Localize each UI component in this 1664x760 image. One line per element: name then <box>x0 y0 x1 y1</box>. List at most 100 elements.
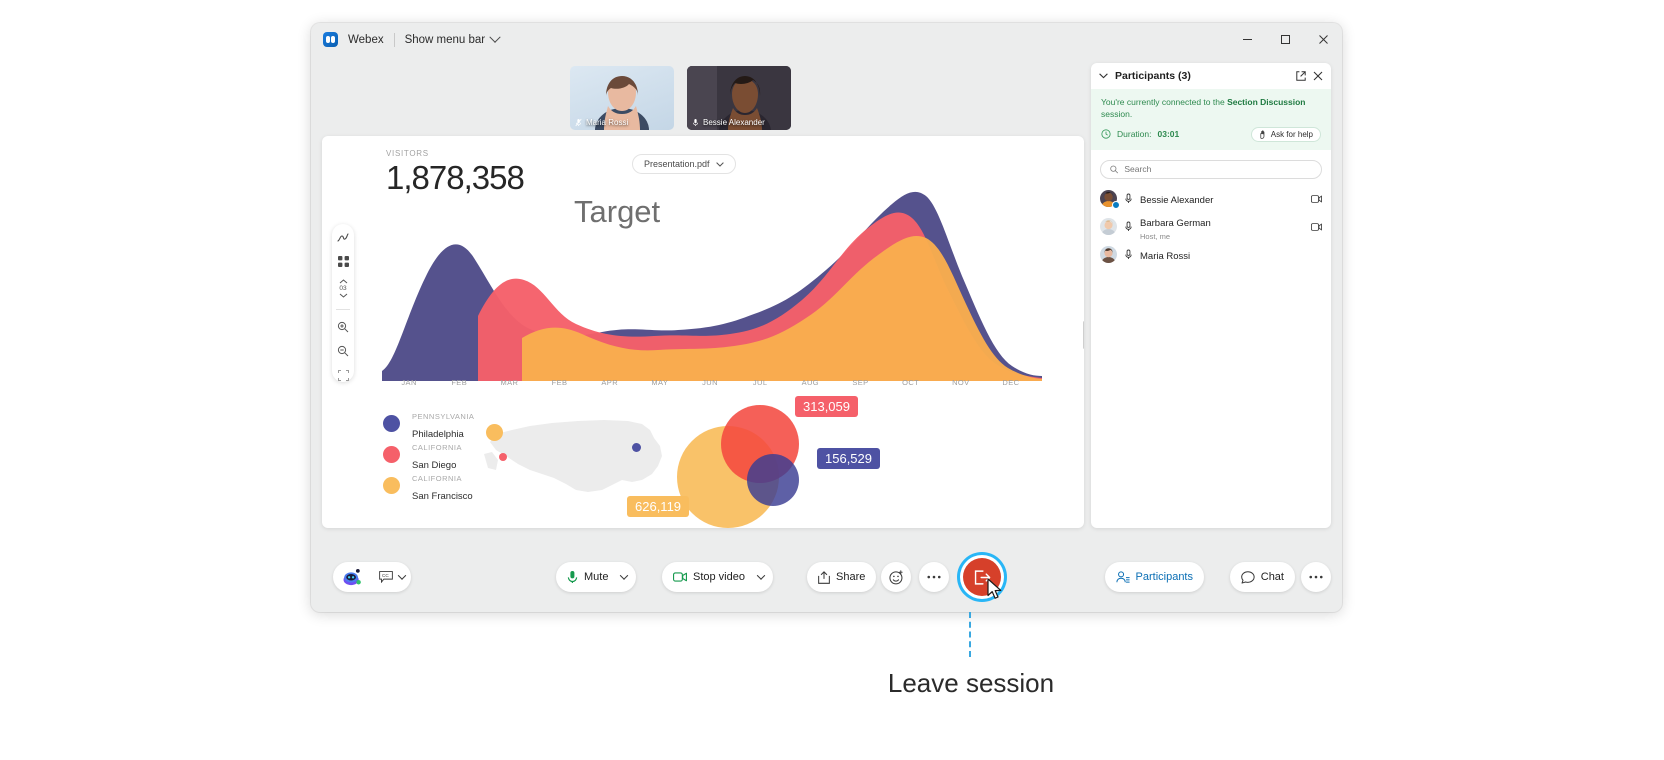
participants-panel-title: Participants (3) <box>1115 70 1191 82</box>
panel-overflow-button[interactable] <box>1301 562 1331 592</box>
legend-state: CALIFORNIA <box>412 442 463 452</box>
legend-state: PENNSYLVANIA <box>412 411 475 421</box>
x-tick: MAR <box>500 378 519 387</box>
video-tile-bessie-alexander[interactable]: Bessie Alexander <box>687 66 791 130</box>
assistant-and-captions-group[interactable]: CC <box>333 562 411 592</box>
chat-main[interactable]: Chat <box>1230 562 1295 592</box>
legend-city: San Francisco <box>412 490 473 502</box>
notice-session-name: Section Discussion <box>1227 97 1306 107</box>
mute-dropdown[interactable] <box>619 562 636 592</box>
minimize-button[interactable] <box>1228 23 1266 56</box>
svg-text:CC: CC <box>382 573 389 578</box>
participants-toggle-button[interactable]: Participants <box>1104 562 1204 592</box>
chevron-down-icon[interactable] <box>1099 73 1108 79</box>
us-map-outline <box>484 420 662 492</box>
grid-icon[interactable] <box>336 255 350 268</box>
participant-row-barbara-german[interactable]: Barbara German Host, me <box>1091 213 1331 241</box>
camera-icon[interactable] <box>1311 194 1322 203</box>
chevron-down-icon <box>620 571 629 580</box>
mute-button[interactable]: Mute <box>556 562 637 592</box>
participant-row-maria-rossi[interactable]: Maria Rossi <box>1091 241 1331 269</box>
x-tick: NOV <box>952 378 970 387</box>
us-bubble-map <box>482 408 667 508</box>
webex-logo-icon <box>323 32 338 47</box>
session-notice-text: You're currently connected to the Sectio… <box>1101 96 1321 121</box>
legend-item[interactable]: CALIFORNIA San Francisco <box>383 470 474 502</box>
pen-icon[interactable] <box>336 231 350 244</box>
x-tick: JAN <box>401 378 417 387</box>
reactions-smiley-icon <box>888 569 903 584</box>
video-tile-maria-rossi[interactable]: Maria Rossi <box>570 66 674 130</box>
show-menu-bar-label: Show menu bar <box>404 33 486 46</box>
close-button[interactable] <box>1304 23 1342 56</box>
avatar-image <box>1100 246 1117 264</box>
legend-item[interactable]: PENNSYLVANIA Philadelphia <box>383 408 475 440</box>
zoom-out-icon[interactable] <box>336 345 350 358</box>
ask-for-help-button[interactable]: Ask for help <box>1250 126 1321 142</box>
participants-label: Participants <box>1135 571 1193 583</box>
session-duration-row: Duration: 03:01 Ask for help <box>1101 126 1321 142</box>
bubble-callout-313059: 313,059 <box>795 396 858 417</box>
page-navigator[interactable]: 03 <box>339 279 348 298</box>
stage-scrollbar[interactable] <box>1083 321 1084 349</box>
clock-icon <box>1101 129 1111 139</box>
participants-panel-header: Participants (3) <box>1091 63 1331 89</box>
video-tile-label: Bessie Alexander <box>687 114 791 130</box>
stop-video-button[interactable]: Stop video <box>662 562 773 592</box>
legend-color-swatch <box>383 415 400 432</box>
stop-video-main[interactable]: Stop video <box>662 562 756 592</box>
x-tick: SEP <box>852 378 869 387</box>
duration-value: 03:01 <box>1157 129 1180 140</box>
closed-captions-icon: CC <box>379 571 393 583</box>
mute-main[interactable]: Mute <box>556 562 619 592</box>
window-controls <box>1228 23 1342 56</box>
notice-prefix: You're currently connected to the <box>1101 97 1228 107</box>
x-tick: DEC <box>1002 378 1020 387</box>
page-up-icon[interactable] <box>339 279 348 284</box>
avatar <box>1100 218 1117 236</box>
legend-item[interactable]: CALIFORNIA San Diego <box>383 439 474 471</box>
ai-assistant-button[interactable] <box>333 562 371 592</box>
annotation-leader-line <box>969 612 971 657</box>
mute-label: Mute <box>584 571 609 583</box>
presentation-tool-rail[interactable]: 03 <box>332 224 354 382</box>
show-menu-bar-button[interactable]: Show menu bar <box>404 31 501 46</box>
reactions-button[interactable] <box>881 562 911 592</box>
mic-on-icon <box>693 118 698 126</box>
page-down-icon[interactable] <box>339 293 348 298</box>
fit-screen-icon[interactable] <box>336 369 350 382</box>
people-icon <box>1115 571 1130 583</box>
search-box[interactable] <box>1100 159 1322 179</box>
camera-icon[interactable] <box>1311 222 1322 231</box>
close-icon[interactable] <box>1313 71 1323 81</box>
zoom-in-icon[interactable] <box>336 321 350 334</box>
kpi-label: VISITORS <box>386 149 429 158</box>
share-button[interactable]: Share <box>807 562 877 592</box>
participant-row-bessie-alexander[interactable]: Bessie Alexander <box>1091 185 1331 213</box>
x-tick: AUG <box>801 378 820 387</box>
ai-assistant-icon <box>343 568 361 586</box>
popout-icon[interactable] <box>1296 71 1306 81</box>
shared-content-stage[interactable]: 03 VISITORS 1,878,358 Presentation.pdf T… <box>322 136 1084 528</box>
participant-name: Maria Rossi <box>586 117 629 127</box>
chat-button[interactable]: Chat <box>1229 562 1295 592</box>
duration-label: Duration: <box>1117 129 1152 140</box>
map-bubble-philadelphia <box>632 443 641 452</box>
chevron-down-icon <box>489 31 501 43</box>
title-bar: Webex Show menu bar <box>311 23 1342 56</box>
closed-captions-button[interactable]: CC <box>371 562 413 592</box>
participants-main[interactable]: Participants <box>1105 562 1204 592</box>
more-options-button[interactable] <box>919 562 949 592</box>
video-tile-label: Maria Rossi <box>570 114 674 130</box>
stop-video-dropdown[interactable] <box>756 562 773 592</box>
x-tick: MAY <box>651 378 669 387</box>
maximize-button[interactable] <box>1266 23 1304 56</box>
share-main[interactable]: Share <box>807 562 876 592</box>
page-number: 03 <box>339 285 347 293</box>
search-input[interactable] <box>1124 164 1312 175</box>
participant-role: Host, me <box>1140 231 1171 241</box>
hand-raise-icon <box>1260 130 1265 139</box>
participants-panel: Participants (3) You're currently connec… <box>1091 63 1331 528</box>
more-horizontal-icon <box>1309 575 1323 579</box>
bubble-chart: 313,059 156,529 626,119 <box>627 396 927 528</box>
